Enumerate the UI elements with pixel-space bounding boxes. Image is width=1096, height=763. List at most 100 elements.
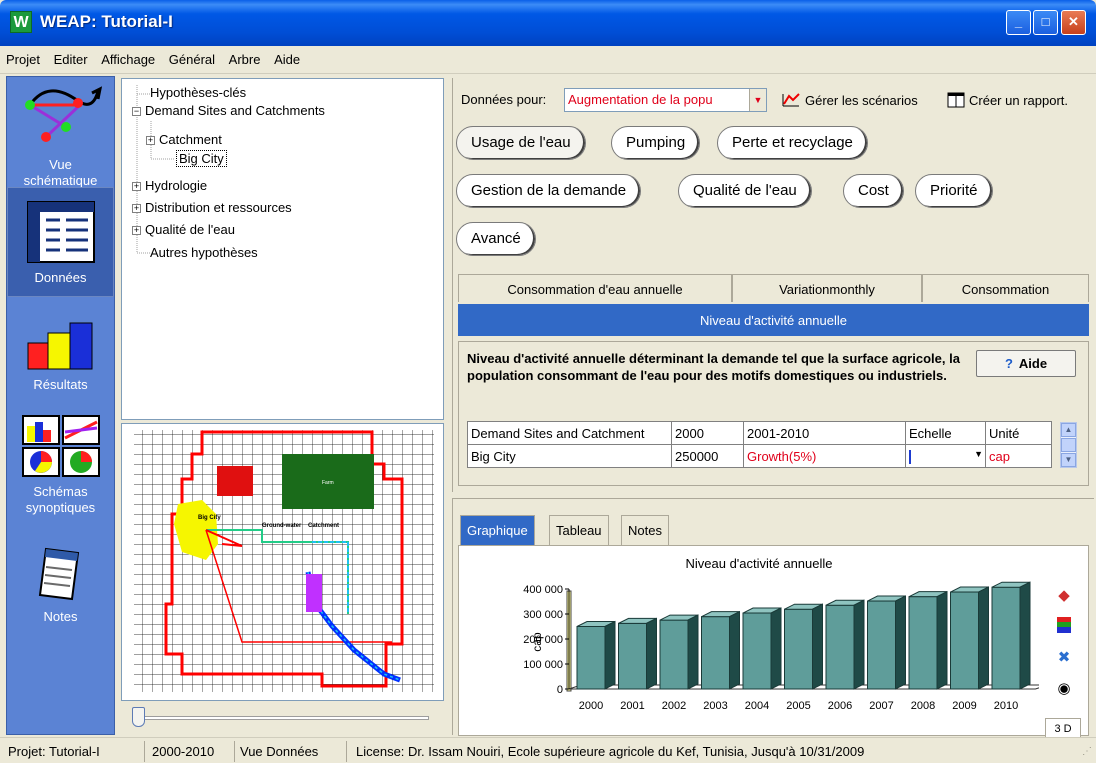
sidebar-label: synoptiques <box>25 500 96 515</box>
scenario-select[interactable]: Augmentation de la popu ▼ <box>564 88 767 112</box>
slider-thumb[interactable] <box>132 707 145 727</box>
unit-cell[interactable]: cap <box>985 444 1052 468</box>
category-cost[interactable]: Cost <box>843 174 904 208</box>
tree-item[interactable]: + Hydrologie <box>132 178 207 193</box>
data-panel: Données pour: Augmentation de la popu ▼ … <box>452 78 1094 492</box>
menu-arbre[interactable]: Arbre <box>223 46 265 67</box>
sidebar-label: Schémas <box>33 484 88 499</box>
toggle-3d-button[interactable]: 3 D <box>1045 718 1081 738</box>
category-demand-management[interactable]: Gestion de la demande <box>456 174 642 208</box>
sidebar-item-notes[interactable]: Notes <box>7 543 114 625</box>
tab-consumption[interactable]: Consommation <box>922 274 1089 302</box>
expand-icon[interactable]: + <box>132 204 141 213</box>
menu-affichage[interactable]: Affichage <box>95 46 159 67</box>
sidebar-item-overviews[interactable]: Schémas synoptiques <box>7 414 114 516</box>
category-priority[interactable]: Priorité <box>915 174 993 208</box>
scroll-down-icon[interactable]: ▼ <box>1061 453 1076 467</box>
x-tick-label: 2004 <box>745 700 769 712</box>
tree-item[interactable]: + Qualité de l'eau <box>132 222 235 237</box>
scroll-thumb[interactable] <box>1061 438 1076 452</box>
active-variable-bar[interactable]: Niveau d'activité annuelle <box>458 304 1089 336</box>
scale-cell[interactable]: ▼ <box>905 444 986 468</box>
text-cursor <box>909 449 911 464</box>
scroll-up-icon[interactable]: ▲ <box>1061 423 1076 437</box>
tab-table[interactable]: Tableau <box>549 515 609 545</box>
title-bar[interactable]: W WEAP: Tutorial-I _ □ ✕ <box>0 0 1096 46</box>
manage-scenarios-button[interactable]: Gérer les scénarios <box>781 92 918 108</box>
slider-track[interactable] <box>139 716 429 720</box>
category-water-quality[interactable]: Qualité de l'eau <box>678 174 812 208</box>
maximize-button[interactable]: □ <box>1033 10 1058 35</box>
sidebar-item-results[interactable]: Résultats <box>7 321 114 393</box>
schematic-map[interactable]: Farm Big City Catchment Ground-water <box>121 423 444 701</box>
table-row[interactable]: Big City 250000 Growth(5%) ▼ cap <box>467 444 1052 468</box>
scenarios-icon <box>782 93 800 107</box>
x-tick-label: 2000 <box>579 700 603 712</box>
column-header: Unité <box>985 421 1052 445</box>
base-value-cell[interactable]: 250000 <box>671 444 744 468</box>
tab-chart[interactable]: Graphique <box>460 515 535 545</box>
chart-bar-side <box>895 595 906 690</box>
chart-bar-side <box>1019 581 1031 690</box>
collapse-icon[interactable]: − <box>132 107 141 116</box>
tree-item-label: Demand Sites and Catchments <box>145 103 325 118</box>
map-label: Catchment <box>308 523 339 529</box>
zoom-slider[interactable] <box>121 702 444 735</box>
category-loss-recycling[interactable]: Perte et recyclage <box>717 126 868 160</box>
tree-item[interactable]: − Demand Sites and Catchments <box>132 103 325 118</box>
expand-icon[interactable]: + <box>132 182 141 191</box>
map-label: Big City <box>198 515 221 521</box>
tree-item[interactable]: + Catchment <box>146 132 222 147</box>
tab-notes[interactable]: Notes <box>621 515 669 545</box>
results-panel: Graphique Tableau Notes Niveau d'activit… <box>452 498 1094 738</box>
sidebar-item-schematic[interactable]: Vue schématique <box>7 81 114 189</box>
y-axis-label: cap <box>530 632 544 652</box>
menu-bar: Projet Editer Affichage Général Arbre Ai… <box>0 46 1096 74</box>
export-icon[interactable]: ✖ <box>1054 648 1074 668</box>
x-tick-label: 2009 <box>952 700 976 712</box>
status-bar: Projet: Tutorial-I 2000-2010 Vue Données… <box>0 737 1096 763</box>
chart-bar <box>701 616 730 690</box>
expand-icon[interactable]: + <box>132 226 141 235</box>
help-label: Aide <box>1018 356 1048 371</box>
menu-projet[interactable]: Projet <box>0 46 44 67</box>
window-title: WEAP: Tutorial-I <box>40 12 173 31</box>
manage-scenarios-label: Gérer les scénarios <box>805 93 918 108</box>
status-view: Vue Données <box>237 741 347 762</box>
minimize-button[interactable]: _ <box>1006 10 1031 35</box>
pie-options-icon[interactable]: ◉ <box>1054 679 1074 699</box>
category-advanced[interactable]: Avancé <box>456 222 536 256</box>
chart-type-icon[interactable]: ◆ <box>1054 586 1074 606</box>
tree-item[interactable]: Autres hypothèses <box>150 245 258 260</box>
table-scrollbar[interactable]: ▲ ▼ <box>1060 422 1077 468</box>
x-tick-label: 2001 <box>620 700 644 712</box>
chevron-down-icon[interactable]: ▼ <box>749 89 766 111</box>
chart-bar <box>742 612 772 690</box>
menu-aide[interactable]: Aide <box>268 46 304 67</box>
overview-charts-icon <box>21 415 100 477</box>
category-pumping[interactable]: Pumping <box>611 126 701 160</box>
color-legend-icon[interactable] <box>1054 617 1074 637</box>
resize-grip-icon[interactable]: ⋰ <box>1082 746 1092 757</box>
notepad-icon <box>38 547 79 601</box>
close-button[interactable]: ✕ <box>1061 10 1086 35</box>
expand-icon[interactable]: + <box>146 136 155 145</box>
expression-cell[interactable]: Growth(5%) <box>743 444 906 468</box>
tree-item-selected[interactable]: Big City <box>176 150 227 167</box>
tab-monthly-variation[interactable]: Variationmonthly <box>732 274 922 302</box>
tree-item[interactable]: + Distribution et ressources <box>132 200 292 215</box>
chart-bar-side <box>729 610 740 690</box>
sidebar-label: Résultats <box>33 377 88 392</box>
sidebar-item-data[interactable]: Données <box>7 187 114 297</box>
menu-editer[interactable]: Editer <box>48 46 92 67</box>
tree-item[interactable]: Hypothèses-clés <box>150 85 246 100</box>
help-button[interactable]: ? Aide <box>976 350 1076 377</box>
tab-annual-water-consumption[interactable]: Consommation d'eau annuelle <box>458 274 732 302</box>
column-header: 2001-2010 <box>743 421 906 445</box>
create-report-button[interactable]: Créer un rapport. <box>947 92 1068 108</box>
chevron-down-icon[interactable]: ▼ <box>974 449 983 459</box>
y-tick-label: 400 000 <box>523 584 563 596</box>
category-water-use[interactable]: Usage de l'eau <box>456 126 586 160</box>
menu-general[interactable]: Général <box>163 46 219 67</box>
data-for-label: Données pour: <box>461 92 547 107</box>
